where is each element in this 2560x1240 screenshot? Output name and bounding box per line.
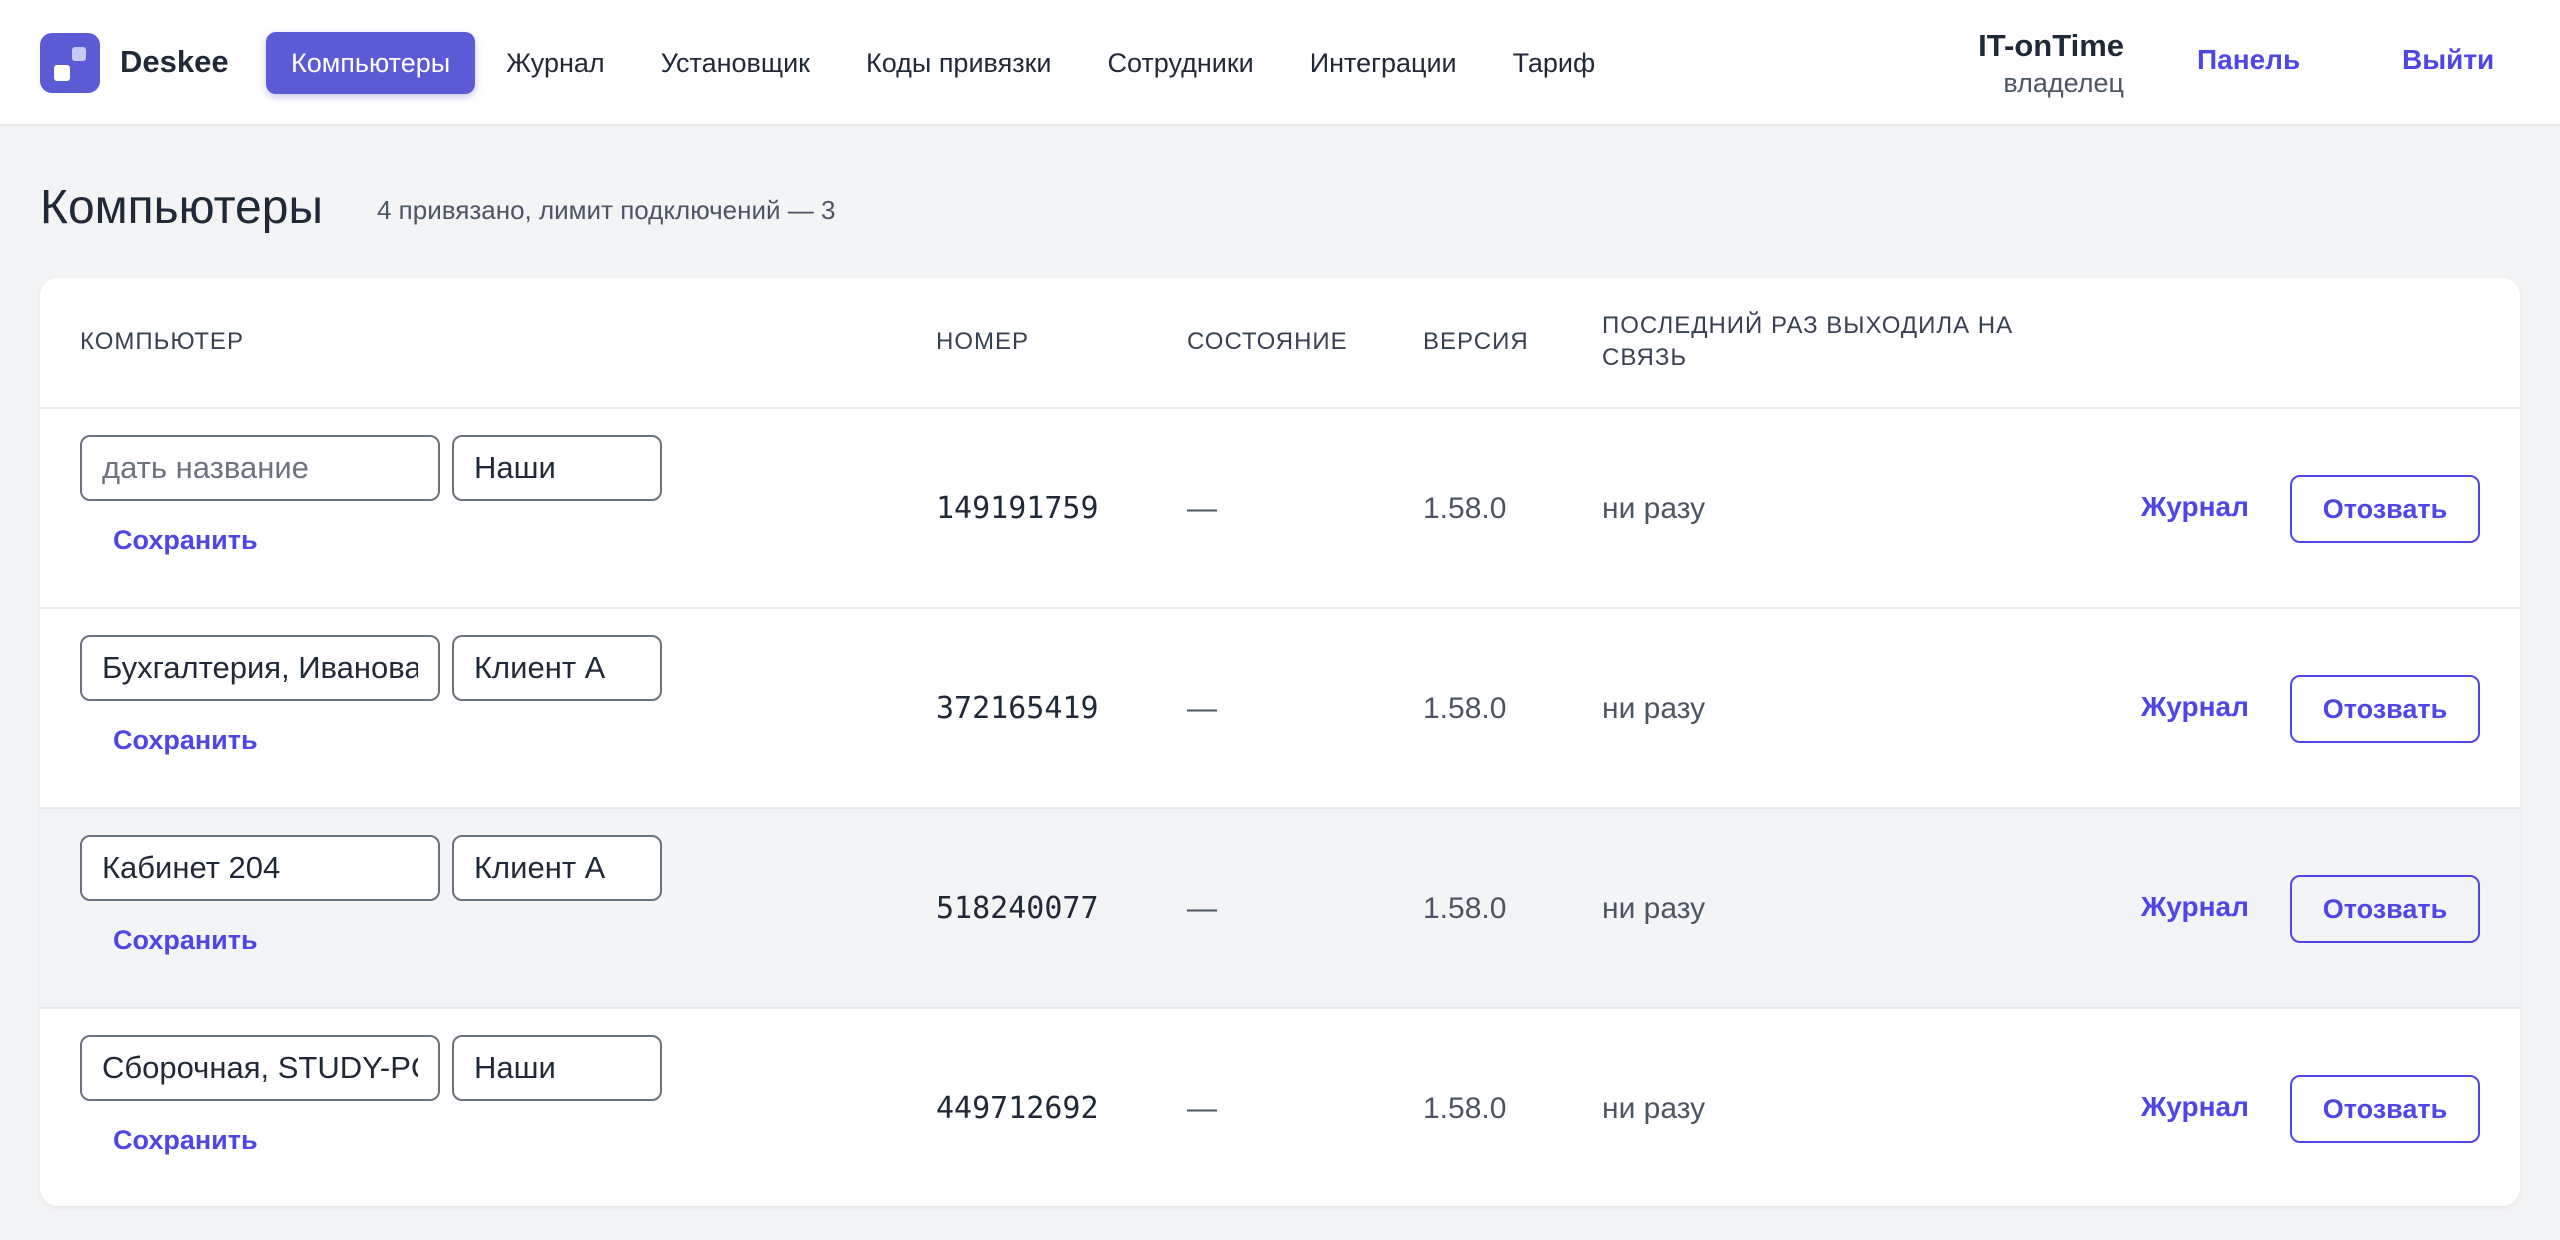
computer-number: 149191759 — [936, 491, 1099, 526]
top-navigation-bar: Deskee Компьютеры Журнал Установщик Коды… — [0, 0, 2560, 126]
computer-group-input[interactable] — [452, 1035, 662, 1101]
revoke-button[interactable]: Отозвать — [2290, 875, 2480, 943]
table-header: КОМПЬЮТЕР НОМЕР СОСТОЯНИЕ ВЕРСИЯ ПОСЛЕДН… — [40, 278, 2520, 409]
computer-last-seen: ни разу — [1602, 892, 1706, 925]
organization-name: IT-onTime — [1978, 28, 2124, 63]
computer-version: 1.58.0 — [1423, 692, 1507, 725]
column-header-last-seen: ПОСЛЕДНИЙ РАЗ ВЫХОДИЛА НА СВЯЗЬ — [1602, 312, 2014, 371]
computer-name-input[interactable] — [80, 435, 440, 501]
nav-item-journal[interactable]: Журнал — [481, 32, 630, 94]
brand-name[interactable]: Deskee — [120, 44, 229, 80]
table-row: Сохранить 449712692 — 1.58.0 ни разу Жур… — [40, 1009, 2520, 1206]
computer-state: — — [1187, 492, 1217, 525]
computer-state: — — [1187, 892, 1217, 925]
nav-item-computers[interactable]: Компьютеры — [266, 32, 476, 94]
computer-name-input[interactable] — [80, 835, 440, 901]
nav-item-installer[interactable]: Установщик — [636, 32, 835, 94]
revoke-button[interactable]: Отозвать — [2290, 675, 2480, 743]
computer-group-input[interactable] — [452, 835, 662, 901]
logout-link[interactable]: Выйти — [2402, 44, 2494, 76]
computer-version: 1.58.0 — [1423, 892, 1507, 925]
page-subtitle: 4 привязано, лимит подключений — 3 — [377, 195, 836, 225]
computer-number: 372165419 — [936, 691, 1099, 726]
column-header-computer: КОМПЬЮТЕР — [80, 328, 244, 355]
nav-item-tariff[interactable]: Тариф — [1488, 32, 1621, 94]
computers-table: КОМПЬЮТЕР НОМЕР СОСТОЯНИЕ ВЕРСИЯ ПОСЛЕДН… — [40, 278, 2520, 1206]
computer-group-input[interactable] — [452, 635, 662, 701]
user-role: владелец — [2003, 68, 2124, 98]
computer-version: 1.58.0 — [1423, 492, 1507, 525]
computer-version: 1.58.0 — [1423, 1092, 1507, 1125]
column-header-state: СОСТОЯНИЕ — [1187, 328, 1348, 355]
main-nav: Компьютеры Журнал Установщик Коды привяз… — [266, 32, 1626, 94]
table-row: Сохранить 149191759 — 1.58.0 ни разу Жур… — [40, 409, 2520, 609]
journal-link[interactable]: Журнал — [2141, 491, 2249, 523]
save-link[interactable]: Сохранить — [113, 725, 258, 756]
save-link[interactable]: Сохранить — [113, 1125, 258, 1156]
organization-info: IT-onTime владелец — [1978, 26, 2124, 100]
save-link[interactable]: Сохранить — [113, 525, 258, 556]
computer-last-seen: ни разу — [1602, 1092, 1706, 1125]
computer-group-input[interactable] — [452, 435, 662, 501]
computer-number: 449712692 — [936, 1091, 1099, 1126]
journal-link[interactable]: Журнал — [2141, 691, 2249, 723]
computer-number: 518240077 — [936, 891, 1099, 926]
journal-link[interactable]: Журнал — [2141, 891, 2249, 923]
computer-name-input[interactable] — [80, 1035, 440, 1101]
table-row: Сохранить 518240077 — 1.58.0 ни разу Жур… — [40, 809, 2520, 1009]
revoke-button[interactable]: Отозвать — [2290, 1075, 2480, 1143]
panel-link[interactable]: Панель — [2197, 44, 2300, 76]
computer-last-seen: ни разу — [1602, 692, 1706, 725]
revoke-button[interactable]: Отозвать — [2290, 475, 2480, 543]
computer-last-seen: ни разу — [1602, 492, 1706, 525]
journal-link[interactable]: Журнал — [2141, 1091, 2249, 1123]
table-row: Сохранить 372165419 — 1.58.0 ни разу Жур… — [40, 609, 2520, 809]
page-title: Компьютеры — [40, 181, 323, 234]
computer-state: — — [1187, 1092, 1217, 1125]
computer-name-input[interactable] — [80, 635, 440, 701]
column-header-version: ВЕРСИЯ — [1423, 328, 1529, 355]
deskee-logo-icon[interactable] — [40, 33, 100, 93]
nav-item-employees[interactable]: Сотрудники — [1082, 32, 1278, 94]
save-link[interactable]: Сохранить — [113, 925, 258, 956]
nav-item-integrations[interactable]: Интеграции — [1285, 32, 1482, 94]
column-header-number: НОМЕР — [936, 328, 1030, 355]
computer-state: — — [1187, 692, 1217, 725]
nav-item-binding-codes[interactable]: Коды привязки — [841, 32, 1076, 94]
